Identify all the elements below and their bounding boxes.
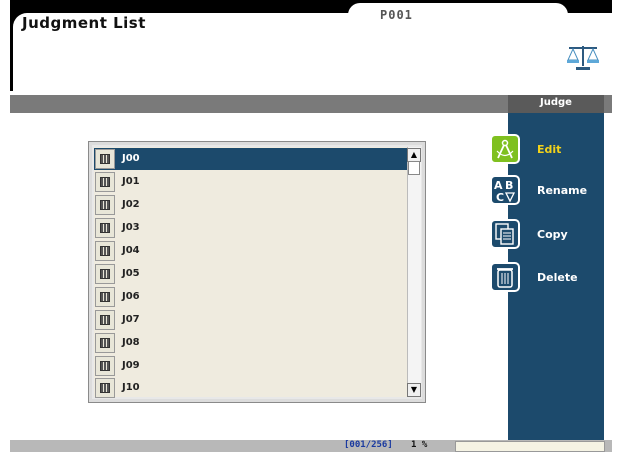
delete-label: Delete bbox=[537, 271, 578, 284]
list-item-label: J10 bbox=[122, 382, 140, 393]
program-tab-label: P001 bbox=[380, 8, 413, 22]
list-scrollbar[interactable] bbox=[407, 147, 421, 397]
list-item[interactable]: J00 bbox=[94, 148, 407, 170]
file-icon bbox=[95, 378, 115, 398]
status-field bbox=[455, 441, 605, 452]
list-item[interactable]: J08 bbox=[94, 332, 407, 354]
list-item[interactable]: J10 bbox=[94, 377, 407, 399]
page-title: Judgment List bbox=[22, 14, 146, 32]
list-item[interactable]: J05 bbox=[94, 263, 407, 285]
list-item-label: J00 bbox=[122, 153, 140, 164]
rename-label: Rename bbox=[537, 184, 588, 197]
list-item-label: J08 bbox=[122, 337, 140, 348]
section-label: Judge bbox=[540, 97, 572, 108]
list-item[interactable]: J01 bbox=[94, 171, 407, 193]
list-item-label: J07 bbox=[122, 314, 140, 325]
file-icon bbox=[95, 287, 115, 307]
list-item-label: J04 bbox=[122, 245, 140, 256]
file-icon bbox=[95, 218, 115, 238]
file-icon bbox=[95, 264, 115, 284]
rename-abc-icon: A B C bbox=[490, 175, 520, 205]
list-item-label: J09 bbox=[122, 360, 140, 371]
list-item[interactable]: J04 bbox=[94, 240, 407, 262]
screen: P001 Judgment List Judge Edit A B C Rena… bbox=[0, 0, 619, 452]
scroll-down-icon[interactable]: ▼ bbox=[407, 383, 421, 397]
file-icon bbox=[95, 310, 115, 330]
file-icon bbox=[95, 356, 115, 376]
file-icon bbox=[95, 195, 115, 215]
list-item[interactable]: J02 bbox=[94, 194, 407, 216]
file-icon bbox=[95, 172, 115, 192]
usage-percent: 1 % bbox=[411, 440, 428, 450]
item-counter: [001/256] bbox=[344, 440, 393, 450]
balance-scale-icon bbox=[565, 42, 601, 72]
list-item[interactable]: J07 bbox=[94, 309, 407, 331]
edit-label: Edit bbox=[537, 143, 562, 156]
file-icon bbox=[95, 333, 115, 353]
list-item-label: J03 bbox=[122, 222, 140, 233]
delete-button[interactable]: Delete bbox=[490, 262, 600, 296]
list-item[interactable]: J06 bbox=[94, 286, 407, 308]
edit-compass-icon bbox=[490, 134, 520, 164]
file-icon bbox=[95, 149, 115, 169]
scroll-up-icon[interactable]: ▲ bbox=[407, 148, 421, 162]
list-item-label: J01 bbox=[122, 176, 140, 187]
list-item[interactable]: J09 bbox=[94, 355, 407, 377]
trash-icon bbox=[490, 262, 520, 292]
copy-pages-icon bbox=[490, 219, 520, 249]
copy-button[interactable]: Copy bbox=[490, 219, 600, 253]
svg-text:C: C bbox=[496, 191, 504, 203]
copy-label: Copy bbox=[537, 228, 568, 241]
svg-text:B: B bbox=[505, 179, 513, 192]
list-item-label: J06 bbox=[122, 291, 140, 302]
list-item[interactable]: J03 bbox=[94, 217, 407, 239]
rename-button[interactable]: A B C Rename bbox=[490, 175, 600, 209]
scroll-thumb[interactable] bbox=[408, 161, 420, 175]
file-icon bbox=[95, 241, 115, 261]
list-item-label: J02 bbox=[122, 199, 140, 210]
list-item-label: J05 bbox=[122, 268, 140, 279]
edit-button[interactable]: Edit bbox=[490, 134, 600, 168]
